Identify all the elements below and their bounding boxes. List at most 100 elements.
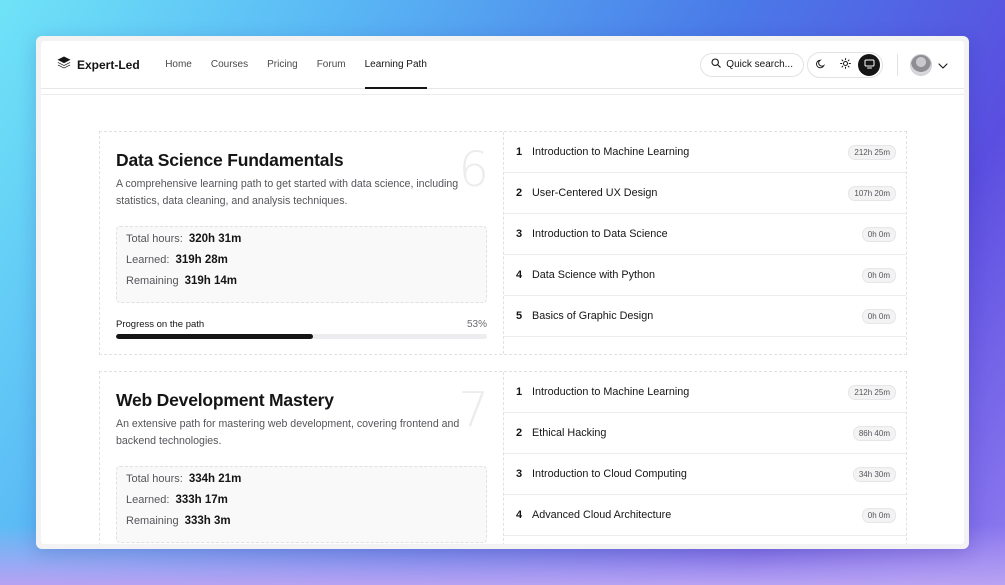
course-item[interactable]: 2 Ethical Hacking 86h 40m [504,413,906,454]
course-duration-badge: 212h 25m [848,144,896,160]
stat-learned: Learned: 319h 28m [126,254,477,275]
quick-search-label: Quick search... [726,59,793,70]
theme-dark-button[interactable] [810,54,832,76]
course-title: Basics of Graphic Design [532,310,654,322]
brand-logo[interactable]: Expert-Led [57,56,140,74]
stat-total-label: Total hours: [126,473,183,485]
course-title: User-Centered UX Design [532,187,658,199]
sun-icon [839,56,851,74]
path-description: An extensive path for mastering web deve… [116,418,460,447]
nav-links: Home Courses Pricing Forum Learning Path [156,41,437,89]
path-number: 7 [458,382,489,438]
chevron-down-icon [938,56,948,74]
progress-percent: 53% [466,319,487,330]
course-duration-badge: 107h 20m [848,185,896,201]
course-duration-badge: 86h 40m [852,425,896,441]
moon-icon [816,56,826,74]
stat-total: Total hours: 334h 21m [126,473,477,494]
layers-icon [57,56,71,74]
quick-search-button[interactable]: Quick search... [700,52,804,77]
course-duration-badge: 0h 0m [861,308,896,324]
theme-light-button[interactable] [834,54,856,76]
stat-remaining-label: Remaining [126,275,179,287]
user-avatar[interactable] [910,53,932,76]
course-title: Ethical Hacking [532,427,607,439]
account-menu-toggle[interactable] [938,56,948,74]
course-index: 1 [516,386,523,398]
course-item[interactable]: 1 Introduction to Machine Learning 212h … [504,372,906,413]
progress-header: Progress on the path 53% [116,319,487,330]
nav-link-learning-path[interactable]: Learning Path [355,41,436,89]
course-item[interactable]: 4 Data Science with Python 0h 0m [504,255,906,296]
course-item[interactable]: 5 Basics of Graphic Design 0h 0m [504,296,906,337]
course-index: 5 [516,310,523,322]
path-summary: 6 Data Science Fundamentals A comprehens… [100,132,503,354]
course-duration-badge: 0h 0m [861,507,896,523]
stat-total-value: 320h 31m [188,233,242,245]
course-index: 4 [516,269,523,281]
stat-learned-label: Learned: [126,494,170,506]
stat-learned-label: Learned: [126,254,170,266]
stat-total-value: 334h 21m [188,473,242,485]
monitor-icon [864,56,875,74]
content-top-divider [41,94,964,95]
path-summary: 7 Web Development Mastery An extensive p… [100,372,503,544]
path-stats: Total hours: 320h 31m Learned: 319h 28m … [116,226,487,303]
stat-learned: Learned: 333h 17m [126,494,477,515]
course-title: Advanced Cloud Architecture [532,509,672,521]
course-title: Data Science with Python [532,269,656,281]
progress-fill [116,334,313,339]
path-progress: Progress on the path 53% [116,319,487,339]
path-title[interactable]: Web Development Mastery [116,390,487,411]
course-title: Introduction to Machine Learning [532,146,690,158]
browser-window: Expert-Led Home Courses Pricing Forum Le… [36,36,969,549]
course-item[interactable]: 1 Introduction to Machine Learning 212h … [504,132,906,173]
course-duration-badge: 0h 0m [861,267,896,283]
course-title: Introduction to Cloud Computing [532,468,687,480]
stat-remaining: Remaining 333h 3m [126,515,477,536]
path-stats: Total hours: 334h 21m Learned: 333h 17m … [116,466,487,543]
course-title: Introduction to Data Science [532,228,668,240]
course-duration-badge: 212h 25m [848,384,896,400]
search-icon [711,58,722,71]
stat-remaining-value: 319h 14m [184,275,238,287]
course-item[interactable]: 3 Introduction to Data Science 0h 0m [504,214,906,255]
course-duration-badge: 34h 30m [852,466,896,482]
stat-total: Total hours: 320h 31m [126,233,477,254]
course-index: 2 [516,427,523,439]
path-number: 6 [458,142,489,198]
path-description: A comprehensive learning path to get sta… [116,178,459,207]
top-navbar: Expert-Led Home Courses Pricing Forum Le… [41,41,964,89]
nav-actions: Quick search... [700,51,948,78]
theme-system-button[interactable] [858,53,880,76]
course-index: 2 [516,187,523,199]
stat-remaining-value: 333h 3m [184,515,231,527]
nav-link-courses[interactable]: Courses [201,41,257,88]
progress-label: Progress on the path [116,319,205,330]
learning-path-card: 6 Data Science Fundamentals A comprehens… [99,131,907,355]
nav-link-home[interactable]: Home [156,41,202,88]
stat-remaining-label: Remaining [126,515,179,527]
course-index: 1 [516,146,523,158]
course-item[interactable]: 2 User-Centered UX Design 107h 20m [504,173,906,214]
learning-path-card: 7 Web Development Mastery An extensive p… [99,371,907,544]
course-list: 1 Introduction to Machine Learning 212h … [503,132,906,354]
stat-learned-value: 319h 28m [175,254,228,266]
nav-link-forum[interactable]: Forum [307,41,355,88]
course-list: 1 Introduction to Machine Learning 212h … [503,372,906,544]
course-index: 4 [516,509,523,521]
brand-name: Expert-Led [77,57,140,72]
course-index: 3 [516,468,523,480]
stat-total-label: Total hours: [126,233,183,245]
course-item[interactable]: 3 Introduction to Cloud Computing 34h 30… [504,454,906,495]
nav-link-pricing[interactable]: Pricing [258,41,308,88]
progress-track [116,334,487,339]
app-frame: Expert-Led Home Courses Pricing Forum Le… [41,41,964,544]
course-item[interactable]: 4 Advanced Cloud Architecture 0h 0m [504,495,906,536]
stat-learned-value: 333h 17m [175,494,228,506]
nav-divider [897,53,898,76]
main-content: 6 Data Science Fundamentals A comprehens… [41,89,964,544]
path-title[interactable]: Data Science Fundamentals [116,150,487,171]
stat-remaining: Remaining 319h 14m [126,275,477,296]
course-index: 3 [516,228,523,240]
